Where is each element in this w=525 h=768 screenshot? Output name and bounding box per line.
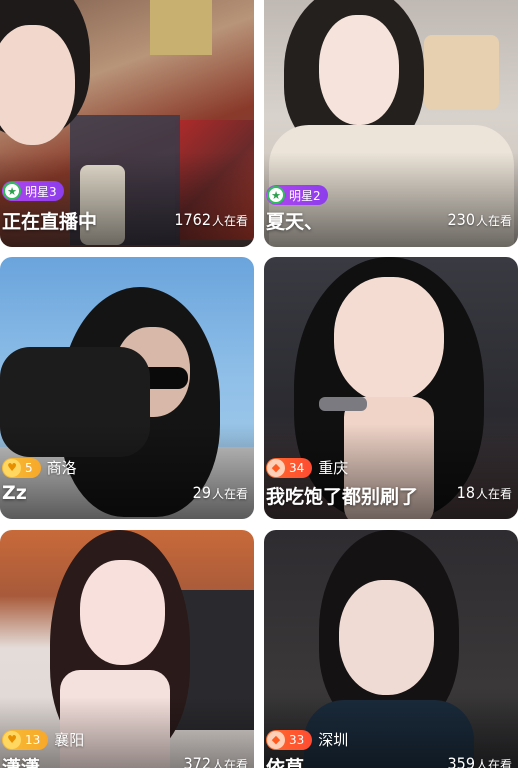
viewer-number: 18 — [456, 483, 475, 502]
heart-level-icon: ♥ — [3, 730, 21, 749]
live-card-1[interactable]: ★ 明星3 正在直播中 1762人在看 — [0, 0, 254, 247]
level-badge: ♥ 13 — [2, 729, 49, 750]
card-meta: ◆ 34 重庆 — [266, 457, 348, 478]
viewer-unit: 人在看 — [475, 214, 512, 228]
badge-label: 33 — [289, 732, 305, 747]
card-meta: ★ 明星2 — [266, 185, 328, 205]
viewer-number: 359 — [447, 754, 475, 768]
flame-level-icon: ◆ — [267, 458, 285, 477]
viewer-number: 1762 — [174, 210, 211, 229]
card-meta: ♥ 13 襄阳 — [2, 729, 84, 750]
stream-title: 我吃饱了都别刷了 — [266, 486, 419, 508]
star-level-icon: ★ — [3, 182, 21, 200]
viewer-unit: 人在看 — [475, 487, 512, 501]
viewer-count: 18人在看 — [457, 483, 512, 502]
stream-title: 依草 — [266, 757, 305, 768]
live-card-3[interactable]: ♥ 5 商洛 Zz 29人在看 — [0, 257, 254, 519]
location-label: 商洛 — [46, 459, 77, 477]
viewer-number: 230 — [447, 210, 475, 229]
live-card-5[interactable]: ♥ 13 襄阳 潇潇 372人在看 — [0, 530, 254, 768]
live-card-6[interactable]: ◆ 33 深圳 依草 359人在看 — [264, 530, 518, 768]
stream-title: Zz — [2, 482, 27, 504]
star-level-icon: ★ — [267, 186, 285, 204]
level-badge: ★ 明星2 — [266, 185, 328, 205]
card-meta: ★ 明星3 — [2, 181, 64, 201]
viewer-count: 359人在看 — [448, 754, 512, 768]
flame-level-icon: ◆ — [267, 730, 285, 749]
viewer-unit: 人在看 — [211, 487, 248, 501]
viewer-unit: 人在看 — [211, 758, 248, 768]
viewer-count: 372人在看 — [184, 754, 248, 768]
viewer-number: 372 — [183, 754, 211, 768]
level-badge: ◆ 34 — [266, 457, 313, 478]
live-card-4[interactable]: ◆ 34 重庆 我吃饱了都别刷了 18人在看 — [264, 257, 518, 519]
viewer-count: 29人在看 — [193, 483, 248, 502]
location-label: 重庆 — [318, 459, 349, 477]
live-card-2[interactable]: ★ 明星2 夏天、 230人在看 — [264, 0, 518, 247]
stream-title: 夏天、 — [266, 211, 324, 233]
level-badge: ♥ 5 — [2, 457, 41, 478]
badge-label: 34 — [289, 460, 305, 475]
badge-label: 明星3 — [25, 184, 57, 199]
badge-label: 明星2 — [289, 188, 321, 203]
card-meta: ♥ 5 商洛 — [2, 457, 77, 478]
card-meta: ◆ 33 深圳 — [266, 729, 348, 750]
stream-title: 正在直播中 — [2, 211, 98, 233]
location-label: 深圳 — [318, 731, 349, 749]
level-badge: ◆ 33 — [266, 729, 313, 750]
viewer-unit: 人在看 — [475, 758, 512, 768]
stream-title: 潇潇 — [2, 757, 41, 768]
viewer-count: 1762人在看 — [174, 210, 248, 229]
badge-label: 5 — [25, 460, 33, 475]
viewer-count: 230人在看 — [448, 210, 512, 229]
viewer-number: 29 — [192, 483, 211, 502]
heart-level-icon: ♥ — [3, 458, 21, 477]
badge-label: 13 — [25, 732, 41, 747]
location-label: 襄阳 — [54, 731, 85, 749]
level-badge: ★ 明星3 — [2, 181, 64, 201]
viewer-unit: 人在看 — [211, 214, 248, 228]
